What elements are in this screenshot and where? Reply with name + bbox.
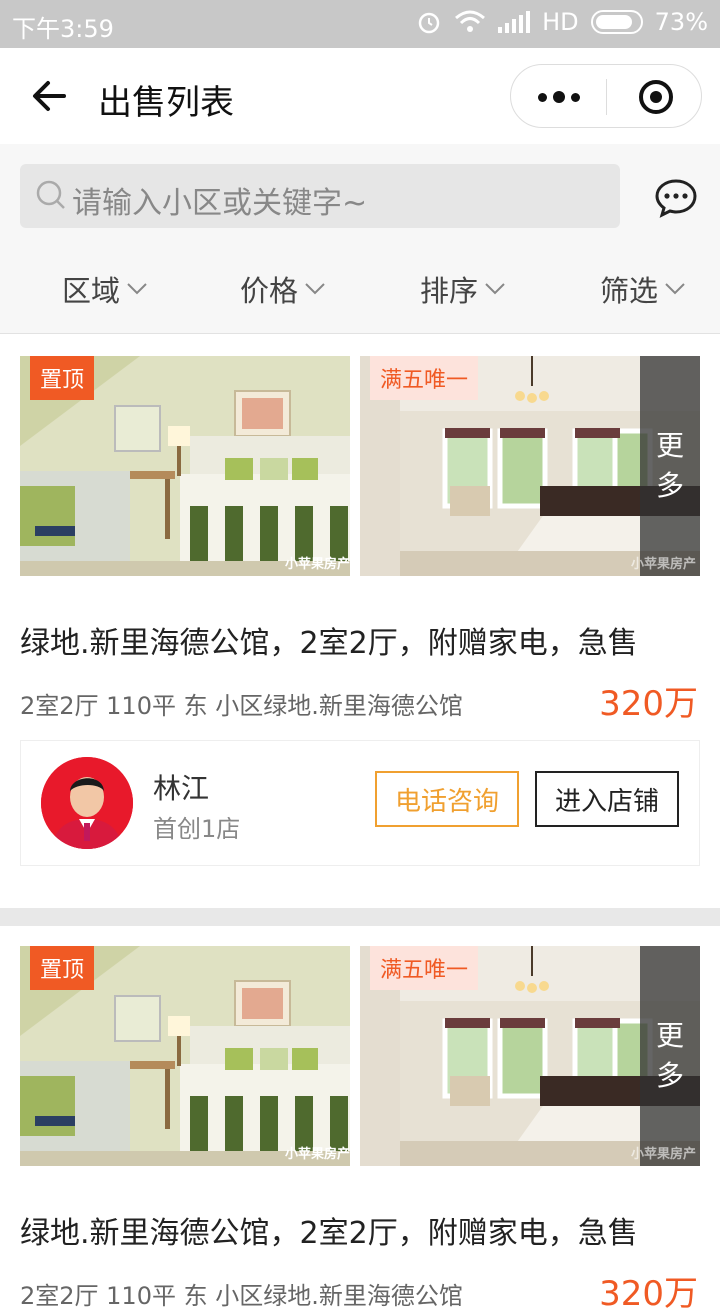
search-icon: [36, 180, 65, 209]
listing-price: 320万: [599, 684, 698, 724]
signal-icon: [498, 11, 531, 33]
agent-store: 首创1店: [153, 815, 241, 843]
message-icon[interactable]: [654, 178, 698, 218]
listing-price: 320万: [599, 1274, 698, 1314]
chevron-down-icon: [305, 283, 325, 295]
listing-photo[interactable]: 置顶 小苹果房产: [20, 946, 350, 1166]
back-arrow-icon[interactable]: [30, 76, 70, 116]
watermark-text: 小苹果房产: [630, 1147, 696, 1162]
listing-photo[interactable]: 满五唯一 更多 小苹果房产: [360, 356, 700, 576]
network-type: HD: [542, 8, 579, 36]
watermark-text: 小苹果房产: [630, 557, 696, 572]
avatar[interactable]: [41, 757, 133, 849]
listing-title[interactable]: 绿地.新里海德公馆，2室2厅，附赠家电，急售: [20, 618, 638, 662]
feature-tag: 满五唯一: [370, 356, 479, 400]
call-button[interactable]: 电话咨询: [375, 771, 519, 827]
more-menu-button[interactable]: [511, 65, 607, 129]
nav-bar: 出售列表: [0, 48, 720, 144]
listing-info: 2室2厅 110平 东 小区绿地.新里海德公馆: [20, 1282, 463, 1310]
chevron-down-icon: [127, 283, 147, 295]
watermark-text: 小苹果房产: [284, 557, 350, 572]
search-input[interactable]: 请输入小区或关键字~: [20, 164, 620, 228]
feature-tag: 满五唯一: [370, 946, 479, 990]
filter-region[interactable]: 区域: [62, 268, 148, 310]
status-bar: 下午3:59 HD 73%: [0, 0, 720, 48]
battery-level: 73%: [654, 8, 708, 36]
chevron-down-icon: [665, 283, 685, 295]
listing-card[interactable]: 置顶 小苹果房产 满五唯一 更多 小苹果房产 绿地.新里海德公馆，2室2厅，附赠…: [0, 336, 720, 908]
more-photos-button[interactable]: 更多: [640, 356, 700, 576]
listing-photo[interactable]: 置顶 小苹果房产: [20, 356, 350, 576]
search-area: 请输入小区或关键字~: [0, 144, 720, 248]
pinned-tag: 置顶: [30, 946, 95, 990]
alarm-icon: [418, 12, 440, 34]
search-placeholder: 请输入小区或关键字~: [72, 186, 368, 221]
miniprogram-capsule: [510, 64, 702, 128]
pinned-tag: 置顶: [30, 356, 95, 400]
close-miniprogram-icon[interactable]: [639, 80, 673, 114]
enter-store-button[interactable]: 进入店铺: [535, 771, 679, 827]
listing-info: 2室2厅 110平 东 小区绿地.新里海德公馆: [20, 692, 463, 720]
filter-price[interactable]: 价格: [240, 268, 326, 310]
chevron-down-icon: [485, 283, 505, 295]
watermark-text: 小苹果房产: [284, 1147, 350, 1162]
listing-card[interactable]: 置顶 小苹果房产 满五唯一 更多 小苹果房产 绿地.新里海德公馆，2室2厅，附赠…: [0, 926, 720, 1314]
more-photos-button[interactable]: 更多: [640, 946, 700, 1166]
agent-card: 林江 首创1店 电话咨询 进入店铺: [20, 740, 700, 866]
section-divider: [0, 908, 720, 926]
page-title: 出售列表: [98, 83, 234, 123]
battery-icon: [590, 10, 643, 34]
filter-more[interactable]: 筛选: [600, 268, 686, 310]
listing-title[interactable]: 绿地.新里海德公馆，2室2厅，附赠家电，急售: [20, 1208, 638, 1252]
filter-bar: 区域 价格 排序 筛选: [0, 248, 720, 334]
agent-name: 林江: [153, 772, 210, 805]
wifi-icon: [455, 10, 486, 32]
agent-photo-image: [41, 757, 133, 849]
listing-photo[interactable]: 满五唯一 更多 小苹果房产: [360, 946, 700, 1166]
filter-sort[interactable]: 排序: [420, 268, 506, 310]
status-time: 下午3:59: [12, 15, 114, 43]
